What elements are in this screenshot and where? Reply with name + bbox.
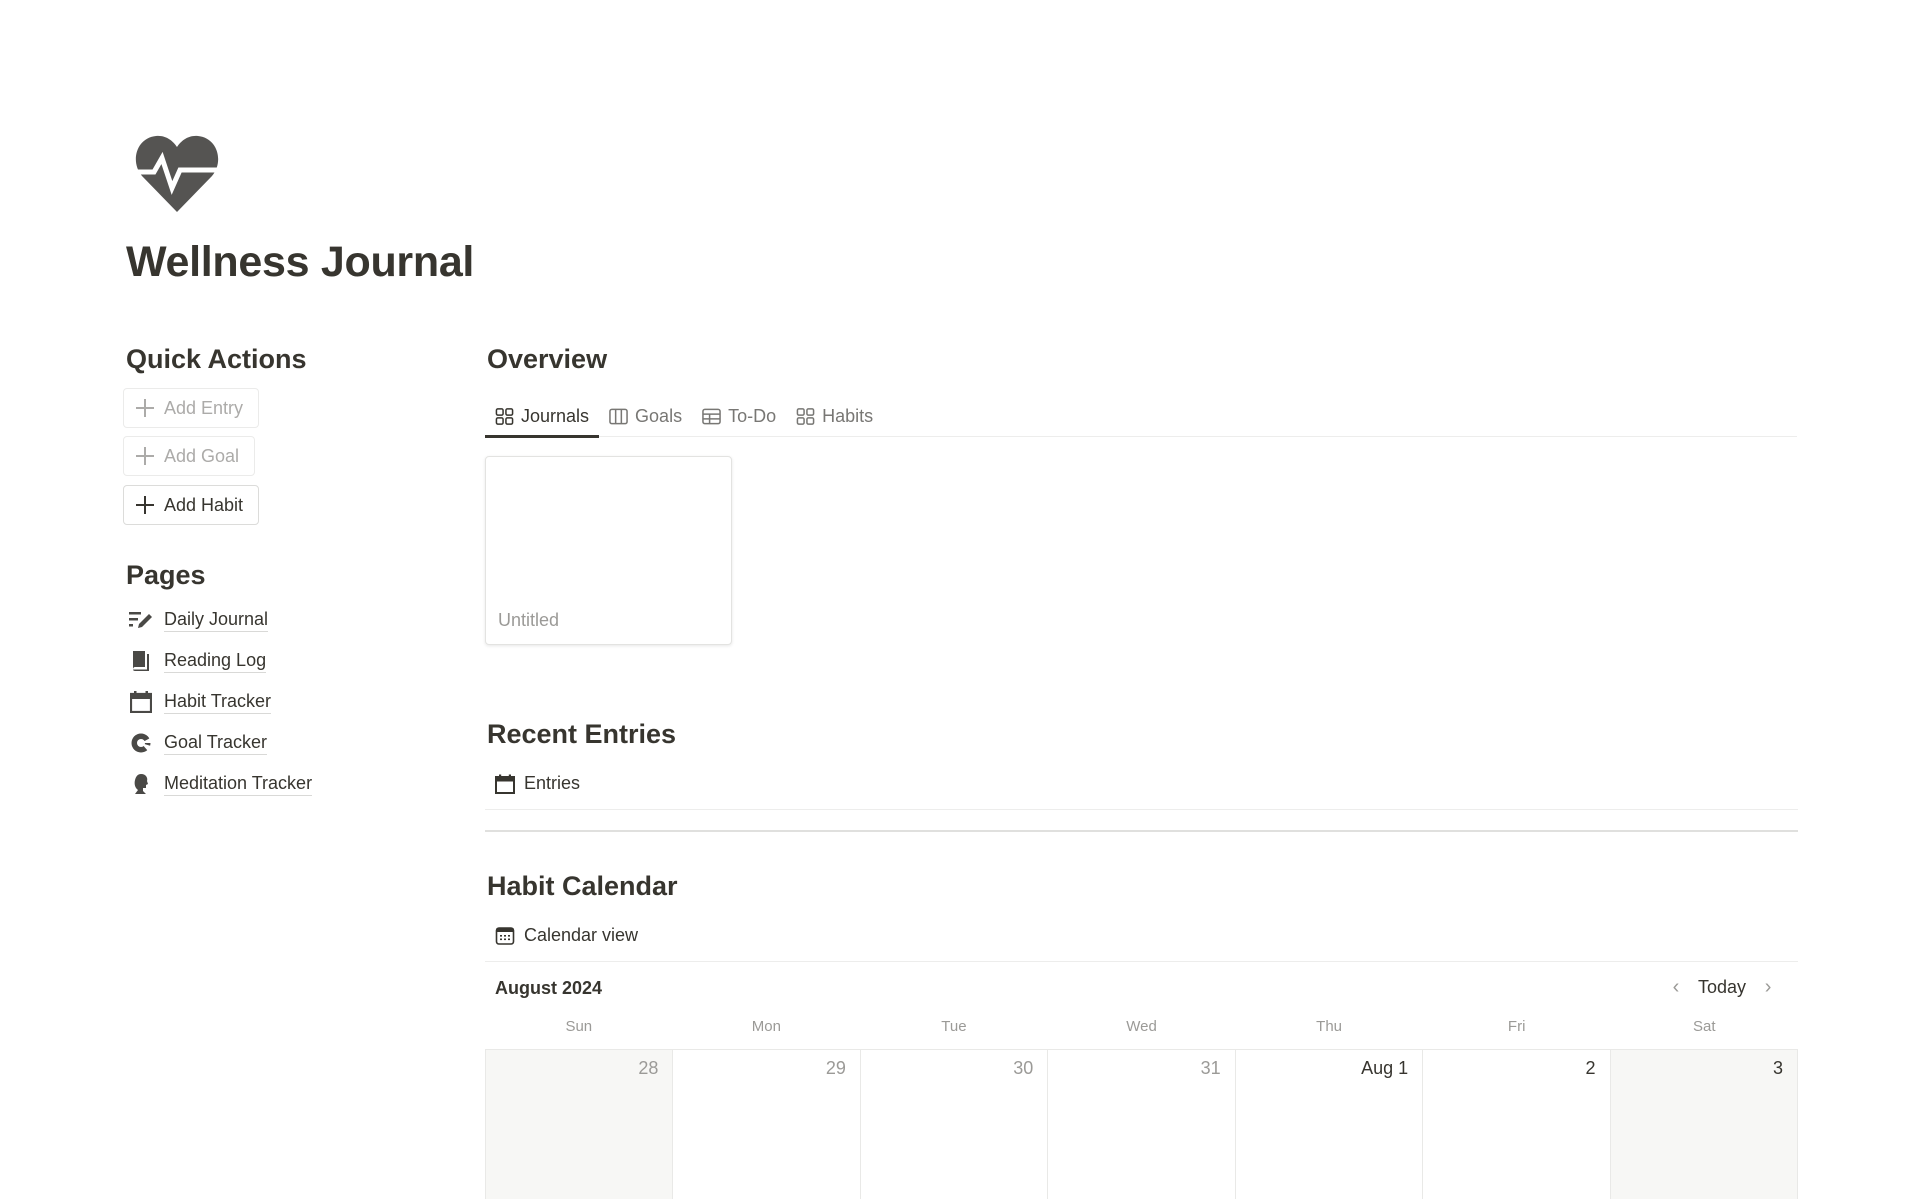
plus-icon <box>136 447 154 465</box>
page-link-label: Reading Log <box>164 650 267 673</box>
tab-to-do[interactable]: To-Do <box>692 396 786 436</box>
board-icon <box>609 408 628 424</box>
page-link-label: Daily Journal <box>164 609 269 632</box>
pages-heading: Pages <box>126 560 206 590</box>
calendar-weekdays: Sun Mon Tue Wed Thu Fri Sat <box>485 1018 1798 1035</box>
heart-pulse-icon[interactable] <box>134 132 220 214</box>
page-link-label: Meditation Tracker <box>164 773 313 796</box>
weekday-label: Fri <box>1507 1018 1526 1035</box>
day-number: 2 <box>1585 1058 1596 1078</box>
chevron-left-icon[interactable]: ‹ <box>1668 976 1684 999</box>
gallery-card[interactable]: Untitled <box>485 456 732 645</box>
divider <box>485 961 1798 962</box>
weekday-label: Sun <box>565 1018 593 1035</box>
quick-actions-heading: Quick Actions <box>126 344 307 374</box>
add-entry-button[interactable]: Add Entry <box>123 388 260 428</box>
calendar-nav: ‹ Today › <box>1668 976 1776 999</box>
page-link-daily-journal[interactable]: Daily Journal <box>128 608 269 632</box>
page-link-label: Habit Tracker <box>164 691 272 714</box>
day-number: 28 <box>638 1058 659 1078</box>
day-number: 31 <box>1200 1058 1221 1078</box>
page-link-meditation-tracker[interactable]: Meditation Tracker <box>128 772 313 796</box>
gallery-icon <box>796 407 815 425</box>
tab-goals[interactable]: Goals <box>599 396 692 436</box>
calendar-day-cell[interactable]: 2 <box>1423 1050 1611 1199</box>
weekday-label: Thu <box>1316 1018 1343 1035</box>
calendar-icon <box>495 774 515 794</box>
add-habit-button[interactable]: Add Habit <box>123 485 260 525</box>
day-number: Aug 1 <box>1361 1058 1409 1078</box>
calendar-day-cell[interactable]: 30 <box>860 1050 1049 1199</box>
calendar-day-cell[interactable]: 28 <box>486 1050 674 1199</box>
day-number: 29 <box>825 1058 846 1078</box>
add-goal-button[interactable]: Add Goal <box>123 436 256 476</box>
card-title: Untitled <box>498 610 560 630</box>
calendar-day-cell[interactable]: 29 <box>673 1050 861 1199</box>
table-icon <box>702 408 721 424</box>
today-button[interactable]: Today <box>1698 977 1746 998</box>
overview-tabs: Journals Goals To-Do Habits <box>485 396 1797 438</box>
weekday-label: Wed <box>1126 1018 1157 1035</box>
view-tab-entries[interactable]: Entries <box>495 773 580 794</box>
head-silhouette-icon <box>128 772 154 796</box>
recent-entries-heading: Recent Entries <box>487 719 677 749</box>
calendar-day-cell[interactable]: 3 <box>1610 1050 1798 1199</box>
view-tab-calendar[interactable]: Calendar view <box>495 925 638 946</box>
tab-label: Journals <box>521 405 590 426</box>
calendar-icon <box>128 690 154 714</box>
page-link-reading-log[interactable]: Reading Log <box>128 649 267 673</box>
day-number: 30 <box>1013 1058 1034 1078</box>
edit-list-icon <box>128 608 154 632</box>
page-title: Wellness Journal <box>126 238 475 286</box>
add-habit-label: Add Habit <box>164 494 244 515</box>
divider <box>485 830 1798 832</box>
pie-chart-icon <box>128 731 154 755</box>
calendar-month-label: August 2024 <box>495 978 603 998</box>
calendar-grid-icon <box>495 926 515 945</box>
day-number: 3 <box>1772 1058 1783 1078</box>
tab-label: Goals <box>635 405 683 426</box>
weekday-label: Mon <box>751 1018 781 1035</box>
gallery-icon <box>495 407 514 425</box>
tab-journals[interactable]: Journals <box>485 396 600 438</box>
weekday-label: Sat <box>1693 1018 1716 1035</box>
view-tab-label: Entries <box>524 773 581 793</box>
tab-label: To-Do <box>728 405 777 426</box>
overview-heading: Overview <box>487 344 608 374</box>
chevron-right-icon[interactable]: › <box>1760 976 1776 999</box>
calendar-day-cell[interactable]: Aug 1 <box>1235 1050 1424 1199</box>
plus-icon <box>136 399 154 417</box>
divider <box>485 809 1798 810</box>
weekday-label: Tue <box>941 1018 967 1035</box>
page-link-habit-tracker[interactable]: Habit Tracker <box>128 690 272 714</box>
tab-habits[interactable]: Habits <box>786 396 883 436</box>
view-tab-label: Calendar view <box>524 925 639 945</box>
tab-label: Habits <box>822 405 874 426</box>
habit-calendar-heading: Habit Calendar <box>487 871 678 901</box>
add-entry-label: Add Entry <box>164 397 244 418</box>
plus-icon <box>136 496 154 514</box>
page-link-goal-tracker[interactable]: Goal Tracker <box>128 731 268 755</box>
page-link-label: Goal Tracker <box>164 732 268 755</box>
add-goal-label: Add Goal <box>164 445 240 466</box>
calendar-day-cell[interactable]: 31 <box>1048 1050 1236 1199</box>
calendar-grid: 28 29 30 31 Aug 1 2 3 <box>485 1049 1798 1199</box>
book-icon <box>128 649 154 673</box>
